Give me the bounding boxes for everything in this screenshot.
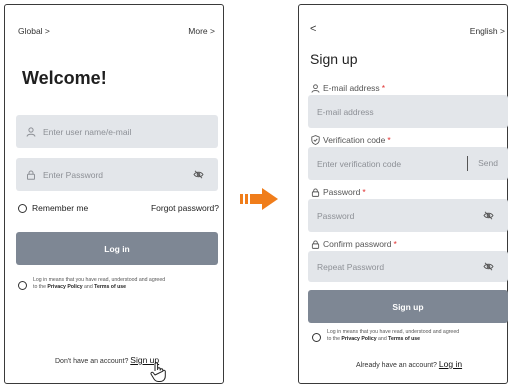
required-marker: * [362, 187, 366, 197]
consent-text: Log in means that you have read, underst… [33, 277, 221, 290]
terms-of-use-link[interactable]: Terms of use [94, 284, 126, 290]
login-footer: Already have an account? Log in [356, 359, 462, 369]
signup-password-placeholder: Password [317, 210, 355, 221]
signup-button[interactable]: Sign up [308, 290, 508, 323]
verification-code-input[interactable]: Enter verification code Send [308, 147, 508, 180]
user-icon [25, 126, 37, 138]
confirm-label: Confirm password [323, 239, 392, 249]
signup-password-input[interactable]: Password [308, 199, 508, 232]
privacy-policy-link[interactable]: Privacy Policy [341, 336, 376, 342]
eye-off-icon[interactable] [482, 261, 494, 273]
user-icon [310, 83, 320, 93]
email-label-row: E-mail address * [310, 83, 385, 93]
consent-prefix: to the [327, 335, 342, 342]
code-label-row: Verification code * [310, 135, 391, 145]
language-link[interactable]: English > [470, 26, 505, 36]
consent-prefix: to the [33, 283, 48, 290]
remember-me-label: Remember me [32, 203, 89, 213]
consent-line: Log in means that you have read, underst… [327, 329, 460, 335]
eye-off-icon[interactable] [192, 169, 204, 181]
consent-line: Log in means that you have read, underst… [33, 277, 166, 283]
signup-footer-text: Don't have an account? [55, 358, 129, 365]
username-input[interactable]: Enter user name/e-mail [16, 115, 218, 148]
email-label: E-mail address [323, 83, 380, 93]
code-placeholder: Enter verification code [317, 158, 402, 169]
welcome-title: Welcome! [22, 68, 107, 88]
required-marker: * [387, 135, 391, 145]
consent-radio[interactable] [312, 333, 321, 342]
send-code-button[interactable]: Send [478, 158, 498, 168]
consent-and: and [82, 283, 95, 290]
username-placeholder: Enter user name/e-mail [43, 126, 132, 137]
consent-text: Log in means that you have read, underst… [327, 329, 507, 342]
signup-screen: < English > Sign up E-mail address * E-ma… [298, 4, 508, 384]
back-button[interactable]: < [310, 23, 316, 35]
login-button[interactable]: Log in [16, 232, 218, 265]
email-input[interactable]: E-mail address [308, 95, 508, 128]
required-marker: * [381, 83, 385, 93]
privacy-policy-link[interactable]: Privacy Policy [47, 284, 82, 290]
password-label: Password [323, 187, 361, 197]
password-placeholder: Enter Password [43, 169, 103, 180]
hand-pointer-icon [148, 361, 168, 383]
password-label-row: Password * [310, 187, 366, 197]
confirm-placeholder: Repeat Password [317, 261, 385, 272]
lock-icon [310, 239, 320, 249]
login-link[interactable]: Log in [439, 359, 462, 369]
lock-icon [25, 169, 37, 181]
more-link[interactable]: More > [188, 26, 215, 36]
code-label: Verification code [323, 135, 386, 145]
email-placeholder: E-mail address [317, 106, 374, 117]
divider [467, 156, 468, 171]
signup-title: Sign up [310, 51, 358, 67]
lock-icon [310, 187, 320, 197]
login-footer-text: Already have an account? [356, 362, 437, 369]
arrow-right-icon [240, 188, 280, 210]
shield-icon [310, 135, 320, 145]
login-screen: Global > More > Welcome! Enter user name… [4, 4, 224, 384]
region-link[interactable]: Global > [18, 26, 50, 36]
forgot-password-link[interactable]: Forgot password? [151, 203, 219, 213]
password-input[interactable]: Enter Password [16, 158, 218, 191]
remember-me-radio[interactable] [18, 204, 27, 213]
consent-and: and [376, 335, 389, 342]
signup-footer: Don't have an account? Sign up [55, 355, 159, 365]
confirm-password-input[interactable]: Repeat Password [308, 251, 508, 282]
consent-radio[interactable] [18, 281, 27, 290]
required-marker: * [393, 239, 397, 249]
terms-of-use-link[interactable]: Terms of use [388, 336, 420, 342]
confirm-label-row: Confirm password * [310, 239, 397, 249]
eye-off-icon[interactable] [482, 210, 494, 222]
